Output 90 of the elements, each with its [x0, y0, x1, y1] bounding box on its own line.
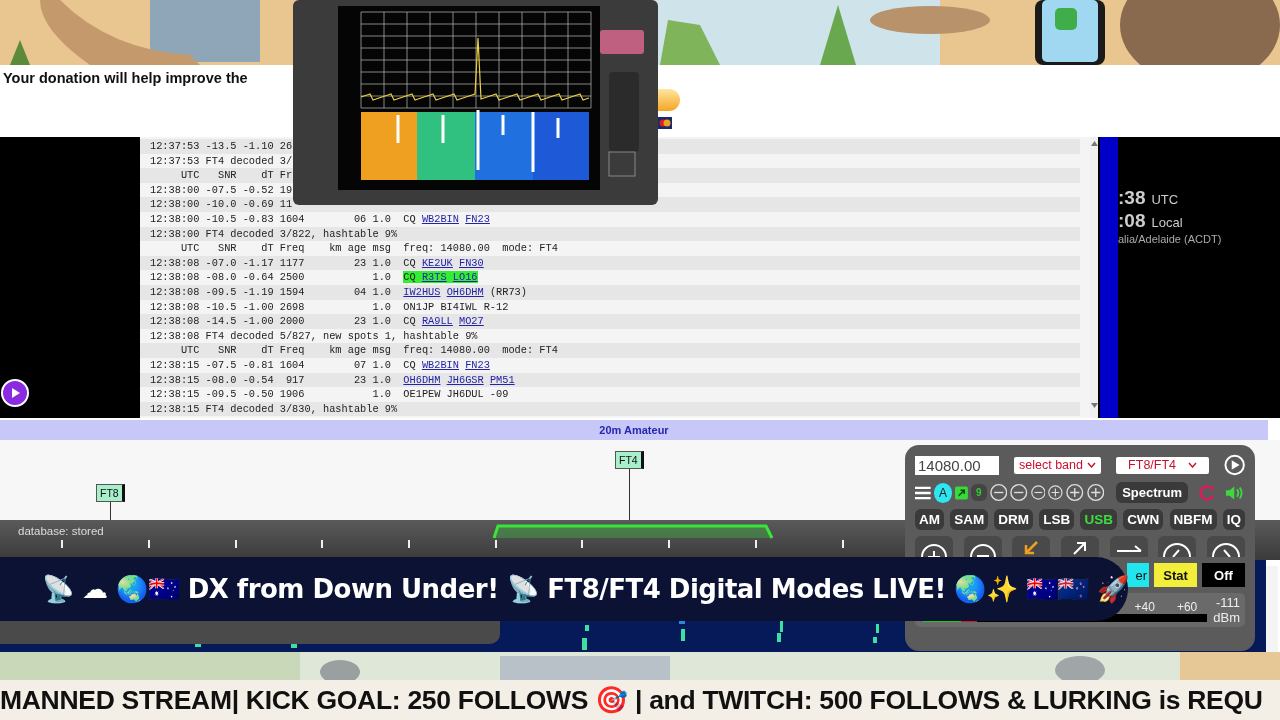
utc-label: UTC: [1151, 192, 1179, 207]
log-text: 12:38:08 -07.0 -1.17 1177 23 1.0: [150, 256, 392, 269]
mode-select[interactable]: FT8/FT4: [1116, 456, 1209, 474]
callsign-link[interactable]: FN23: [465, 212, 490, 225]
mode-marker[interactable]: FT4: [615, 451, 644, 469]
a-button[interactable]: A: [933, 482, 953, 503]
log-text: (RR73): [489, 285, 527, 298]
mode-button[interactable]: DRM: [994, 509, 1034, 530]
mode-marker[interactable]: FT8: [96, 484, 125, 502]
play-icon[interactable]: [1223, 454, 1245, 476]
zoom-out-icon[interactable]: [1030, 483, 1046, 502]
caret-icon: [1188, 462, 1198, 468]
band-select[interactable]: select band: [1014, 456, 1102, 474]
zoom-in-button[interactable]: [915, 536, 953, 557]
log-text: 12:38:15 -07.5 -0.81 1604 07 1.0: [150, 358, 392, 371]
zoom-out-icon[interactable]: [989, 483, 1008, 502]
mode-button[interactable]: IQ: [1222, 509, 1245, 530]
log-text: CQ: [403, 212, 416, 225]
callsign-link[interactable]: WB2BIN: [421, 358, 459, 371]
donation-text: Your donation will help improve the: [3, 70, 248, 86]
card-icon: [658, 117, 672, 129]
mode-button[interactable]: NBFM: [1169, 509, 1217, 530]
callsign-link[interactable]: KE2UK: [421, 256, 453, 269]
timezone-text: alia/Adelaide (ACDT): [1118, 233, 1223, 245]
toggle-button[interactable]: Stat: [1154, 563, 1197, 587]
callsign-link[interactable]: MO27: [459, 315, 484, 328]
toggle-button[interactable]: Off: [1202, 563, 1245, 587]
callsign-link[interactable]: IW2HUS: [403, 285, 441, 298]
previous-button[interactable]: [1158, 536, 1197, 557]
chevron-right-icon: [1210, 541, 1241, 557]
callsign-link[interactable]: LO16: [452, 271, 478, 284]
mode-button[interactable]: CWN: [1123, 509, 1164, 530]
zoom-in-icon[interactable]: [1086, 483, 1105, 502]
arrow-up-right-button[interactable]: [1060, 536, 1099, 557]
band-title: 20m Amateur: [599, 424, 669, 436]
callsign-link[interactable]: OH6DHM: [446, 285, 484, 298]
callsign-link[interactable]: FN23: [465, 358, 490, 371]
log-text: 12:38:08 -08.0 -0.64 2500 1.0: [150, 271, 392, 284]
expand-icon[interactable]: [955, 485, 968, 500]
signal-unit: dBm: [1213, 610, 1240, 625]
log-text: 12:38:08 -14.5 -1.00 2000 23 1.0: [150, 315, 392, 328]
caret-icon: [1087, 462, 1097, 468]
scrollbar[interactable]: [1266, 566, 1278, 652]
mode-button[interactable]: AM: [915, 509, 944, 530]
swap-button[interactable]: [1109, 536, 1148, 557]
arrow-icon: [1071, 541, 1088, 555]
log-text: CQ: [403, 315, 416, 328]
meter-scale-label: +60: [1176, 600, 1198, 614]
scroll-down-icon[interactable]: [1090, 403, 1098, 408]
meter-scale-label: +40: [1134, 600, 1155, 614]
log-text: CQ: [403, 256, 416, 269]
mode-button[interactable]: USB: [1080, 509, 1117, 530]
callsign-link[interactable]: R3TS: [421, 271, 447, 284]
callsign-link[interactable]: PM51: [489, 373, 515, 386]
callsign-link[interactable]: WB2BIN: [421, 212, 459, 225]
zoom-out-button[interactable]: [963, 536, 1002, 557]
frequency-input[interactable]: 14080.00: [915, 455, 999, 475]
next-button[interactable]: [1206, 536, 1245, 557]
toggle-button[interactable]: er: [1127, 563, 1149, 587]
database-status: database: stored: [18, 525, 104, 537]
passband-drawing[interactable]: [492, 524, 774, 540]
signal-reading: -111: [1215, 595, 1240, 610]
zoom-level: 9: [971, 484, 987, 501]
callsign-link[interactable]: OH6DHM: [403, 373, 441, 386]
menu-icon[interactable]: [915, 485, 931, 500]
spectrum-button[interactable]: Spectrum: [1116, 482, 1189, 503]
callsign-link[interactable]: JH6GSR: [446, 373, 484, 386]
mode-button[interactable]: SAM: [950, 509, 989, 530]
log-text: 12:38:00 -10.5 -0.83 1604 06 1.0: [150, 212, 392, 225]
arrow-icon: [1023, 541, 1040, 555]
log-text: 12:38:08 -09.5 -1.19 1594 04 1.0: [150, 285, 392, 298]
play-button[interactable]: [1, 379, 29, 407]
arrow-down-left-button[interactable]: [1012, 536, 1051, 557]
local-time: :08: [1118, 210, 1146, 232]
local-label: Local: [1151, 215, 1183, 230]
callsign-link[interactable]: FN30: [459, 256, 484, 269]
zoom-out-icon[interactable]: [1010, 483, 1028, 502]
log-text: CQ: [403, 358, 416, 371]
chevron-left-icon: [1162, 541, 1193, 557]
log-text: CQ: [403, 271, 416, 284]
scroll-up-icon[interactable]: [1090, 141, 1098, 146]
banner-text: 📡 ☁ 🌏🇦🇺 DX from Down Under! 📡 FT8/FT4 Digital Modes LIVE! 🌏✨ 🇦🇺🇳🇿 🚀: [42, 574, 1129, 604]
zoom-in-icon[interactable]: [1066, 483, 1084, 502]
ticker-text: MANNED STREAM| KICK GOAL: 250 FOLLOWS 🎯 | and TWITCH: 500 FOLLOWS & LURKING is REQU: [0, 684, 1263, 716]
callsign-link[interactable]: RA9LL: [421, 315, 453, 328]
mode-button[interactable]: LSB: [1039, 509, 1075, 530]
zoom-in-icon[interactable]: [1048, 483, 1064, 502]
play-icon: [9, 387, 21, 399]
utc-time: :38: [1118, 187, 1146, 209]
log-text: 12:38:15 -08.0 -0.54 917 23 1.0: [150, 373, 392, 386]
